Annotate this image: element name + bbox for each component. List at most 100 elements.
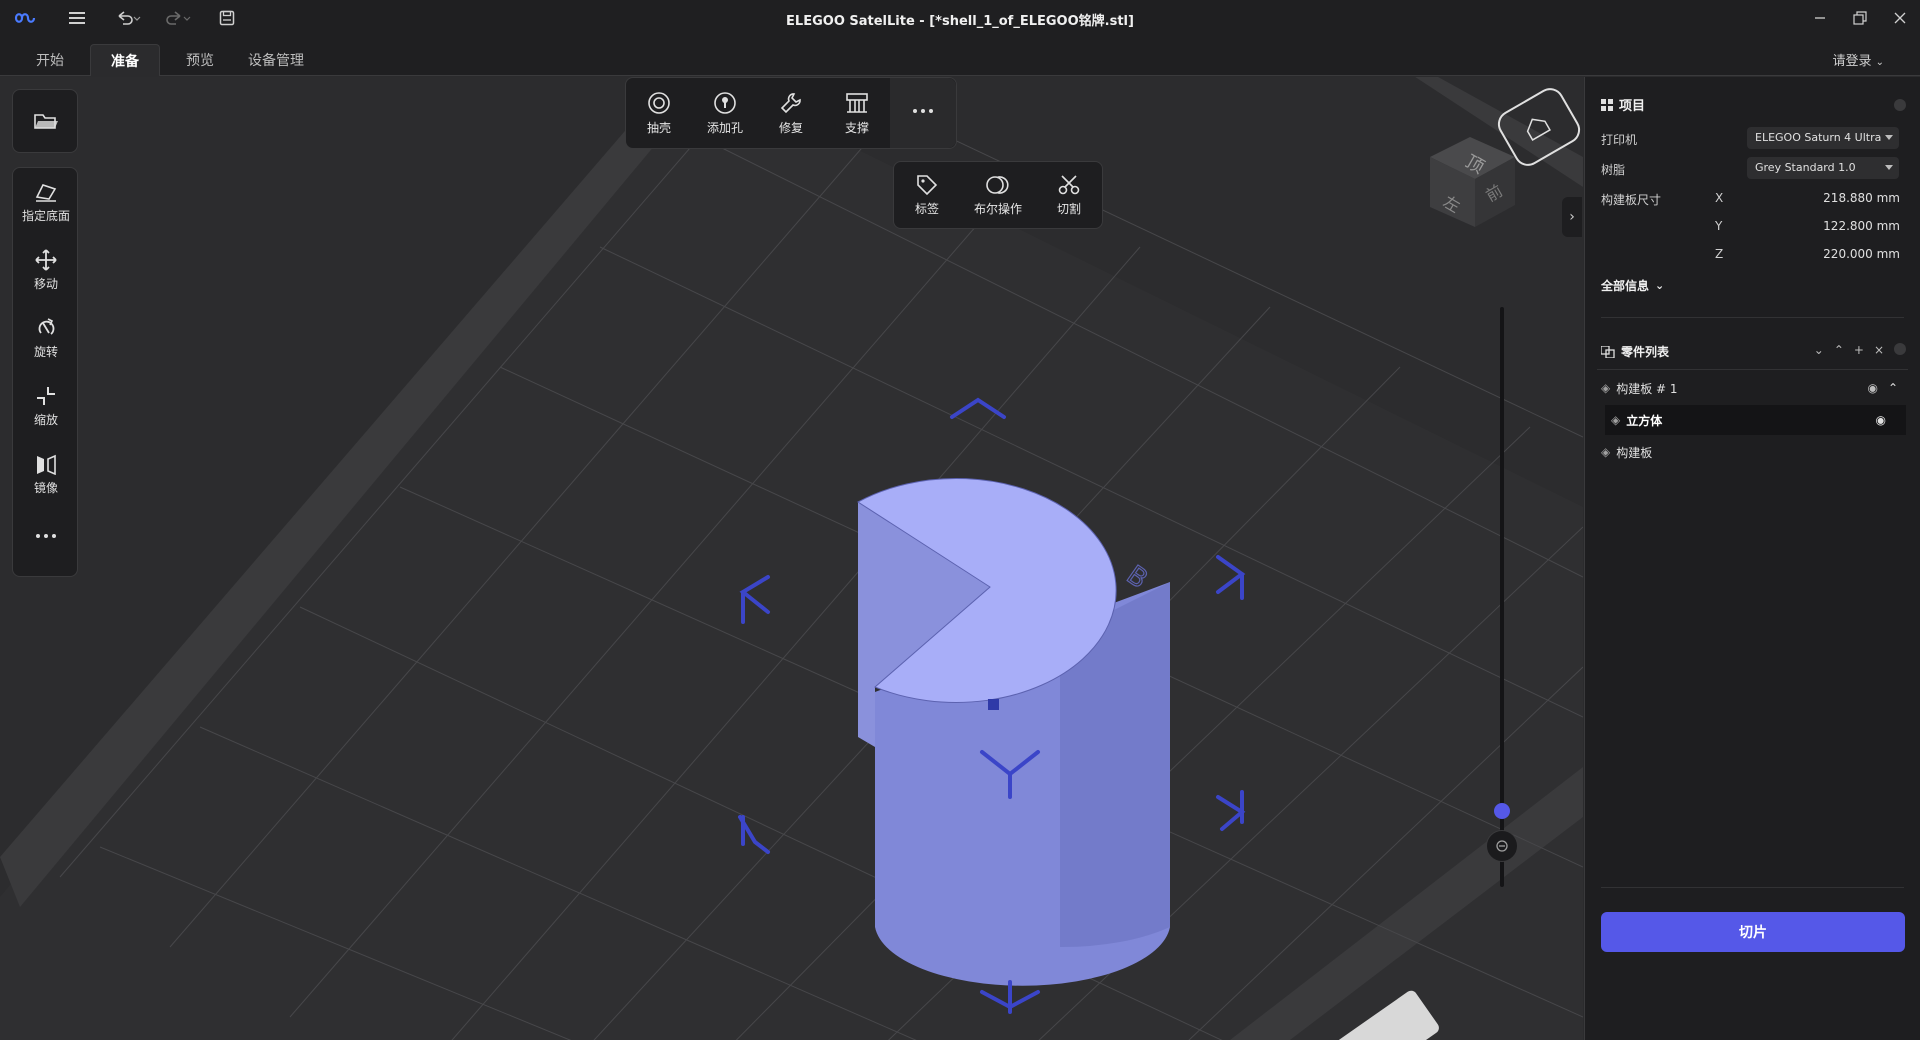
login-button[interactable]: 请登录 ⌄ [1832,50,1884,69]
add-hole-label: 添加孔 [706,120,743,135]
eye-icon[interactable]: ◉ [1868,381,1878,395]
more-edit-tools-button[interactable] [890,78,956,148]
move-up-icon[interactable]: ⌃ [1834,343,1844,357]
build-size-z-value: 220.000 mm [1823,247,1900,261]
layer-sync-icon[interactable] [1486,830,1518,862]
boolean-label: 布尔操作 [973,201,1022,216]
parts-section-header: 零件列表 [1601,343,1669,360]
parts-icon [1601,345,1615,358]
minimize-icon[interactable] [1802,4,1838,32]
more-dots-icon [913,109,933,113]
delete-part-icon[interactable]: × [1874,343,1884,357]
cut-button[interactable]: 切割 [1036,162,1102,228]
printer-select[interactable]: ELEGOO Saturn 4 Ultra [1747,127,1899,149]
layer-slider-handle[interactable] [1494,803,1510,819]
layer-slider-track[interactable] [1500,307,1504,887]
rotate-label: 旋转 [33,344,58,359]
support-button[interactable]: 支撑 [824,78,890,148]
layer-icon: ◈ [1601,381,1611,395]
tab-device-management[interactable]: 设备管理 [228,44,324,76]
support-label: 支撑 [844,120,869,135]
resin-select[interactable]: Grey Standard 1.0 [1747,157,1899,179]
mirror-button[interactable]: 镜像 [13,440,79,508]
chevron-down-icon: ⌄ [1875,57,1884,68]
scale-button[interactable]: 缩放 [13,372,79,440]
scene: B [0,77,1583,1040]
tab-preview[interactable]: 预览 [166,44,234,76]
scissors-icon [1058,174,1080,194]
chevron-up-icon[interactable]: ⌃ [1888,381,1898,395]
login-label: 请登录 [1832,54,1872,69]
boolean-icon [986,175,1009,194]
place-on-face-label: 指定底面 [21,208,70,223]
chevron-down-icon: ⌄ [1655,279,1665,292]
add-part-icon[interactable]: + [1854,343,1864,357]
gizmo-center-handle[interactable] [988,699,999,710]
move-button[interactable]: 移动 [13,236,79,304]
section-divider [1601,317,1904,318]
build-size-x-value: 218.880 mm [1823,191,1900,205]
repair-label: 修复 [778,120,803,135]
open-file-group [12,89,78,153]
mirror-icon [37,454,56,475]
scale-icon [37,386,55,405]
more-dots-icon [36,534,56,538]
more-tools-popup: 标签 布尔操作 切割 [893,161,1103,229]
cut-label: 切割 [1056,201,1081,216]
restore-icon[interactable] [1842,4,1878,32]
tab-prepare[interactable]: 准备 [90,44,160,76]
build-size-y-axis: Y [1715,219,1723,233]
repair-button[interactable]: 修复 [758,78,824,148]
all-info-toggle[interactable]: 全部信息 ⌄ [1601,277,1664,294]
tag-icon [917,174,938,195]
title-bar: ELEGOO SatelLite - [*shell_1_of_ELEGOO铭牌… [0,0,1920,36]
printer-value: ELEGOO Saturn 4 Ultra [1755,131,1882,144]
scale-label: 缩放 [33,412,58,427]
collapse-project-icon[interactable] [1894,99,1906,111]
bottom-divider [1601,887,1904,888]
label-button[interactable]: 标签 [894,162,960,228]
build-plate [0,77,1583,1040]
collapse-parts-icon[interactable] [1894,343,1906,355]
open-folder-button[interactable] [13,90,79,154]
part-row-build-plate-1[interactable]: ◈ 构建板 # 1 ◉ ⌃ [1597,373,1906,403]
support-icon [846,92,868,113]
move-label: 移动 [33,276,58,291]
rotate-button[interactable]: 旋转 [13,304,79,372]
build-size-x-axis: X [1715,191,1724,205]
transform-toolbar: 指定底面 移动 旋转 缩放 镜像 [12,167,78,577]
app-window: ELEGOO SatelLite - [*shell_1_of_ELEGOO铭牌… [0,0,1920,1040]
part-row-cube[interactable]: ◈ 立方体 ◉ [1605,405,1906,435]
hollow-button[interactable]: 抽壳 [626,78,692,148]
project-title: 项目 [1619,99,1646,114]
label-label: 标签 [914,201,939,216]
slice-button[interactable]: 切片 [1601,912,1905,952]
project-section-header: 项目 [1601,95,1645,114]
place-on-face-button[interactable]: 指定底面 [13,168,79,236]
resin-value: Grey Standard 1.0 [1755,161,1856,174]
tab-start[interactable]: 开始 [16,44,84,76]
part-label: 构建板 [1616,445,1653,460]
expand-panel-chevron-icon[interactable]: › [1562,197,1582,237]
edit-toolbar: 抽壳 添加孔 修复 支撑 [625,77,957,149]
hollow-icon [648,91,670,114]
boolean-button[interactable]: 布尔操作 [960,162,1036,228]
parts-divider [1597,369,1908,370]
chevron-down-icon [1885,165,1893,170]
grid-icon [1601,98,1613,111]
window-title: ELEGOO SatelLite - [*shell_1_of_ELEGOO铭牌… [786,14,1134,29]
move-down-icon[interactable]: ⌄ [1814,343,1824,357]
add-hole-button[interactable]: 添加孔 [692,78,758,148]
part-row-build-plate[interactable]: ◈ 构建板 [1597,437,1906,467]
eye-icon[interactable]: ◉ [1876,413,1886,427]
close-icon[interactable] [1882,4,1918,32]
chevron-down-icon [1885,135,1893,140]
open-folder-icon [34,114,58,129]
right-panel: 项目 打印机 ELEGOO Saturn 4 Ultra 树脂 Grey Sta… [1584,77,1920,1040]
build-size-z-axis: Z [1715,247,1724,261]
more-tools-button[interactable] [13,508,79,568]
3d-viewport[interactable]: B 顶 左 前 › 指定底面 移动 旋转 缩放 镜像 抽壳 添加孔 修复 支撑 … [0,77,1583,1040]
layer-icon: ◈ [1601,445,1611,459]
place-on-face-icon [35,183,57,202]
main-tab-bar: 开始 准备 预览 设备管理 请登录 ⌄ [0,36,1920,76]
